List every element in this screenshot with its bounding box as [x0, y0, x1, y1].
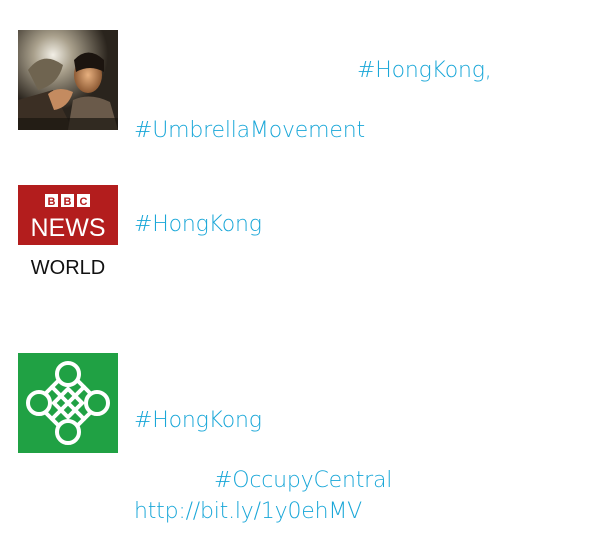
short-url-link[interactable]: http://bit.ly/1y0ehMV [134, 499, 362, 525]
protest-photo-avatar[interactable] [18, 30, 118, 130]
protest-photo-image [18, 30, 118, 130]
hashtag-hongkong-link[interactable]: #HongKong, [357, 58, 492, 84]
news-word: NEWS [31, 214, 106, 242]
hashtag-hongkong-link[interactable]: #HongKong [134, 408, 262, 434]
hashtag-umbrellamovement-link[interactable]: #UmbrellaMovement [134, 118, 365, 144]
knot-icon [18, 353, 118, 453]
svg-text:C: C [80, 196, 88, 208]
world-word: WORLD [31, 257, 105, 279]
hashtag-occupycentral-link[interactable]: #OccupyCentral [214, 468, 392, 494]
hashtag-hongkong-link[interactable]: #HongKong [134, 212, 262, 238]
svg-text:B: B [48, 196, 56, 208]
bbc-news-world-icon: B B C NEWS WORLD [18, 185, 118, 285]
bbc-news-world-logo[interactable]: B B C NEWS WORLD [18, 185, 118, 285]
svg-text:B: B [64, 196, 72, 208]
green-knot-logo[interactable] [18, 353, 118, 453]
